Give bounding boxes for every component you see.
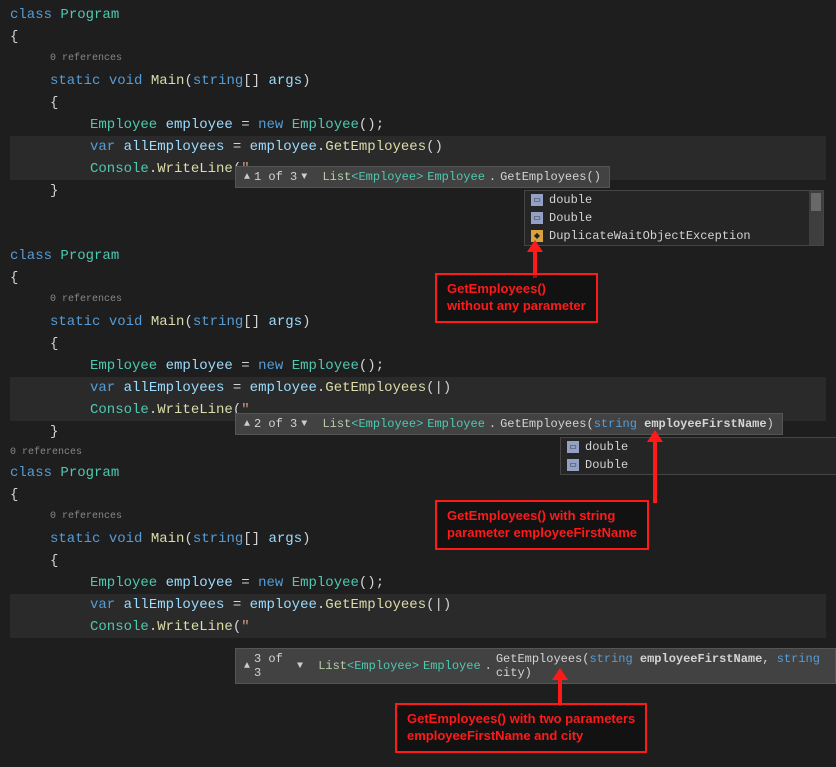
struct-icon: ▭ [567,441,579,453]
main-sig: static void Main(string[] args) [10,311,826,333]
list-item[interactable]: ▭double [561,438,836,456]
brace: { [10,92,826,114]
emp-decl: Employee employee = new Employee(); [10,572,826,594]
getemp-call: var allEmployees = employee.GetEmployees… [10,377,826,399]
getemp-call: var allEmployees = employee.GetEmployees… [10,136,826,158]
annotation-1: GetEmployees() without any parameter [435,273,598,323]
intellisense-list-1[interactable]: ▭double ▭Double ◆DuplicateWaitObjectExce… [524,190,824,246]
struct-icon: ▭ [567,459,579,471]
nav-up-icon[interactable]: ▲ [244,419,250,430]
annotation-3: GetEmployees() with two parameters emplo… [395,703,647,753]
list-item[interactable]: ▭Double [561,456,836,474]
list-item[interactable]: ▭double [525,191,823,209]
code-block-3[interactable]: class Program { 0 references static void… [0,458,836,642]
annotation-2: GetEmployees() with string parameter emp… [435,500,649,550]
return-type: List<Employee> [322,170,423,184]
emp-decl: Employee employee = new Employee(); [10,114,826,136]
nav-down-icon[interactable]: ▼ [301,172,307,183]
struct-icon: ▭ [531,212,543,224]
list-item[interactable]: ▭Double [525,209,823,227]
overload-nav: 2 of 3 [254,417,297,431]
nav-up-icon[interactable]: ▲ [244,172,250,183]
emp-decl: Employee employee = new Employee(); [10,355,826,377]
intellisense-list-2[interactable]: ▭double ▭Double [560,437,836,475]
return-type: List<Employee> [318,659,419,673]
return-type: List<Employee> [322,417,423,431]
class-decl: class Program [10,4,826,26]
method-name: GetEmployees(string employeeFirstName) [500,417,774,431]
method-class: Employee [423,659,481,673]
nav-down-icon[interactable]: ▼ [301,419,307,430]
getemp-call: var allEmployees = employee.GetEmployees… [10,594,826,616]
nav-down-icon[interactable]: ▼ [297,661,303,672]
codelens[interactable]: 0 references [50,48,826,70]
param-info-tooltip-1: ▲ 1 of 3 ▼ List<Employee> Employee.GetEm… [235,166,610,188]
brace: { [10,333,826,355]
console-write: Console.WriteLine(" [10,616,826,638]
method-name: GetEmployees() [500,170,601,184]
overload-nav: 3 of 3 [254,652,293,680]
nav-up-icon[interactable]: ▲ [244,661,250,672]
brace: { [10,484,826,506]
param-info-tooltip-3: ▲ 3 of 3 ▼ List<Employee> Employee.GetEm… [235,648,836,684]
class-decl: class Program [10,245,826,267]
class-icon: ◆ [531,230,543,242]
main-sig: static void Main(string[] args) [10,528,826,550]
method-class: Employee [427,417,485,431]
overload-nav: 1 of 3 [254,170,297,184]
list-item[interactable]: ◆DuplicateWaitObjectException [525,227,823,245]
param-info-tooltip-2: ▲ 2 of 3 ▼ List<Employee> Employee.GetEm… [235,413,783,435]
scrollbar-thumb[interactable] [811,193,821,211]
struct-icon: ▭ [531,194,543,206]
brace: { [10,267,826,289]
scrollbar[interactable] [809,191,823,245]
main-sig: static void Main(string[] args) [10,70,826,92]
brace: { [10,550,826,572]
brace: { [10,26,826,48]
method-class: Employee [427,170,485,184]
method-name: GetEmployees(string employeeFirstName, s… [496,652,827,680]
